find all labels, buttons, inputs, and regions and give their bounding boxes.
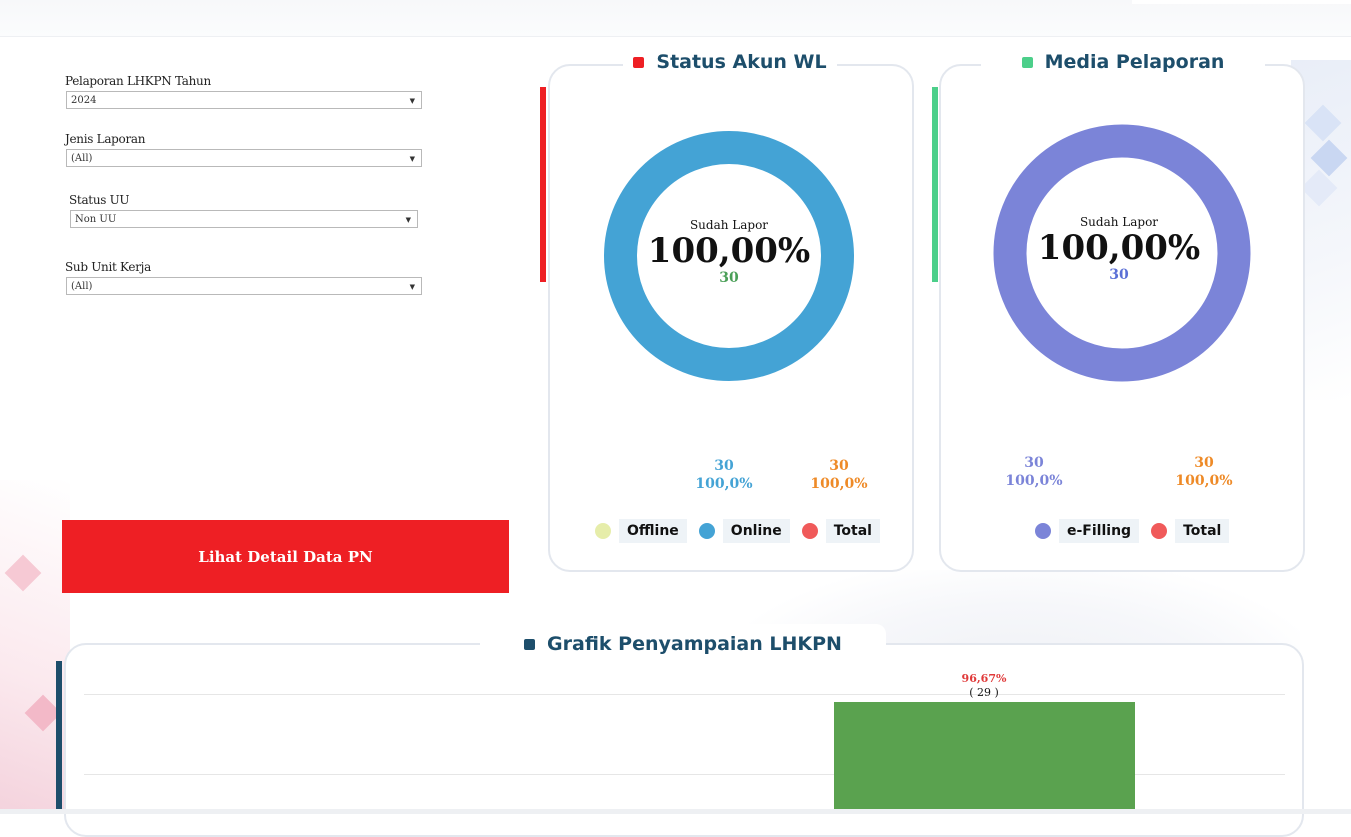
grafik-accent-bar <box>56 661 62 811</box>
title-dot-icon <box>1021 56 1033 68</box>
legend-total[interactable]: Total <box>825 519 880 543</box>
status-akun-title: Status Akun WL <box>656 51 827 73</box>
bottom-strip <box>0 809 1351 814</box>
filter-label-sub-unit: Sub Unit Kerja <box>65 260 151 274</box>
detail-data-button[interactable]: Lihat Detail Data PN <box>62 520 509 593</box>
grafik-title: Grafik Penyampaian LHKPN <box>547 633 842 655</box>
media-accent-bar <box>932 87 938 282</box>
status-accent-bar <box>540 87 546 282</box>
legend-swatch-total <box>1151 523 1168 539</box>
legend-swatch-offline <box>595 523 611 539</box>
stat-count: 30 <box>1024 455 1044 471</box>
status-legend: Offline Online Total <box>595 519 892 543</box>
tahun-select[interactable]: 2024 ▼ <box>66 91 422 109</box>
filter-label-jenis: Jenis Laporan <box>65 132 146 146</box>
media-pelaporan-header: Media Pelaporan <box>981 42 1265 82</box>
legend-swatch-online <box>698 523 715 539</box>
status-center-count: 30 <box>719 270 739 286</box>
media-donut-center: Sudah Lapor 100,00% 30 <box>1019 215 1219 283</box>
stat-pct: 100,0% <box>1005 473 1063 489</box>
legend-total[interactable]: Total <box>1175 519 1230 543</box>
legend-swatch-efilling <box>1035 523 1051 539</box>
legend-swatch-total <box>801 523 818 539</box>
legend-offline[interactable]: Offline <box>619 519 687 543</box>
media-legend: e-Filling Total <box>1035 519 1241 543</box>
status-donut-center: Sudah Lapor 100,00% 30 <box>629 218 829 286</box>
filter-label-tahun: Pelaporan LHKPN Tahun <box>65 74 211 88</box>
tahun-value: 2024 <box>71 95 97 106</box>
top-banner <box>0 0 1351 37</box>
status-stat-total: 30 100,0% <box>799 457 879 493</box>
media-center-pct: 100,00% <box>1037 228 1201 268</box>
status-akun-header: Status Akun WL <box>623 42 837 82</box>
media-stat-total: 30 100,0% <box>1164 454 1244 490</box>
bar-data-label-pct: 96,67% <box>961 672 1007 685</box>
chevron-down-icon: ▼ <box>405 216 411 224</box>
media-stat-efilling: 30 100,0% <box>994 454 1074 490</box>
grafik-header: Grafik Penyampaian LHKPN <box>480 624 886 664</box>
stat-count: 30 <box>829 458 849 474</box>
jenis-value: (All) <box>71 153 93 164</box>
stat-pct: 100,0% <box>810 476 868 492</box>
status-uu-value: Non UU <box>75 214 117 225</box>
chart-bar[interactable] <box>834 702 1135 809</box>
status-stat-online: 30 100,0% <box>684 457 764 493</box>
media-center-count: 30 <box>1109 267 1129 283</box>
bar-data-label-count: ( 29 ) <box>969 686 999 699</box>
status-center-label: Sudah Lapor <box>689 218 769 232</box>
chevron-down-icon: ▼ <box>409 97 415 105</box>
stat-pct: 100,0% <box>1175 473 1233 489</box>
top-banner-highlight <box>1132 0 1351 4</box>
legend-online[interactable]: Online <box>722 519 790 543</box>
media-center-label: Sudah Lapor <box>1079 215 1159 229</box>
title-dot-icon <box>633 56 645 68</box>
stat-pct: 100,0% <box>695 476 753 492</box>
status-center-pct: 100,00% <box>647 231 811 271</box>
stat-count: 30 <box>714 458 734 474</box>
chevron-down-icon: ▼ <box>409 155 415 163</box>
title-dot-icon <box>524 638 536 650</box>
sub-unit-value: (All) <box>71 281 93 292</box>
media-pelaporan-title: Media Pelaporan <box>1044 51 1225 73</box>
chevron-down-icon: ▼ <box>409 283 415 291</box>
status-uu-select[interactable]: Non UU ▼ <box>70 210 418 228</box>
gridline <box>84 694 1285 695</box>
legend-efilling[interactable]: e-Filling <box>1059 519 1140 543</box>
sub-unit-select[interactable]: (All) ▼ <box>66 277 422 295</box>
stat-count: 30 <box>1194 455 1214 471</box>
filter-label-status-uu: Status UU <box>69 193 130 207</box>
jenis-select[interactable]: (All) ▼ <box>66 149 422 167</box>
